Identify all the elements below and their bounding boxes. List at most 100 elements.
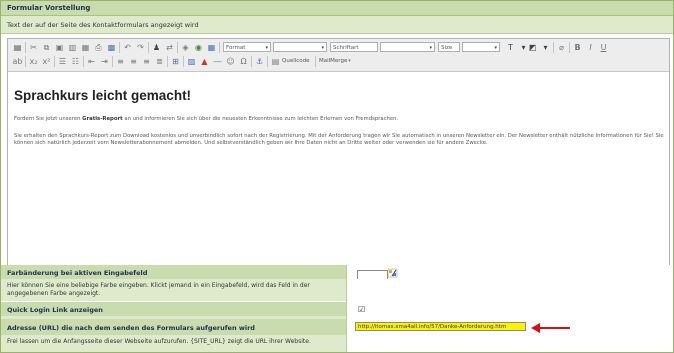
paragraph-bold-text: Gratis-Report <box>82 116 123 122</box>
chevron-down-icon: ▾ <box>429 45 432 51</box>
quick-login-value-cell: ☑ <box>347 302 673 316</box>
chevron-down-icon: ▾ <box>494 45 497 51</box>
content-paragraph-2: Sie erhalten den Sprachkurs-Report zum D… <box>14 133 664 146</box>
ordered-list-icon[interactable]: ☰ <box>57 56 68 67</box>
smiley-icon[interactable]: ☺ <box>225 56 236 67</box>
toolbar-separator <box>219 42 220 53</box>
subscript-icon[interactable]: x₂ <box>28 56 39 67</box>
undo-icon[interactable]: ↶ <box>122 42 133 53</box>
paste-text-icon[interactable]: ▥ <box>67 42 78 53</box>
toolbar-separator <box>167 56 168 67</box>
size-select[interactable]: Size <box>438 42 460 52</box>
text-color-icon[interactable]: T <box>505 42 516 53</box>
horizontal-rule-icon[interactable]: ― <box>212 56 223 67</box>
redirect-url-title: Adresse (URL) die nach dem senden des Fo… <box>7 324 255 332</box>
color-change-desc-cell: Hier können Sie eine beliebige Farbe ein… <box>1 279 346 301</box>
font-select-label: Schriftart <box>333 45 359 51</box>
toolbar-separator <box>83 56 84 67</box>
redirect-url-value-cell: http://itomas.xma4all.info/57/Danke-Anfo… <box>347 319 673 335</box>
redirect-url-description: Frei lassen um die Anfangsseite dieser W… <box>7 338 311 345</box>
find-icon[interactable]: ♟ <box>151 42 162 53</box>
align-left-icon[interactable]: ≡ <box>115 56 126 67</box>
align-center-icon[interactable]: ≡ <box>128 56 139 67</box>
toolbar-separator <box>54 56 55 67</box>
toolbar-separator <box>553 42 554 53</box>
toolbar-separator <box>251 56 252 67</box>
color-change-label-cell: Farbänderung bei aktiven Eingabefeld <box>1 265 346 279</box>
toolbar-separator <box>112 56 113 67</box>
toolbar-separator <box>569 42 570 53</box>
size-value-select[interactable]: ▾ <box>462 42 500 52</box>
content-paragraph-1: Fordern Sie jetzt unseren Gratis-Report … <box>14 116 664 123</box>
color-change-title: Farbänderung bei aktiven Eingabefeld <box>7 269 148 277</box>
quick-login-title: Quick Login Link anzeigen <box>7 306 103 314</box>
indent-icon[interactable]: ⇥ <box>99 56 110 67</box>
chevron-down-icon[interactable]: ▾ <box>344 56 355 67</box>
toolbar-separator <box>267 56 268 67</box>
redirect-url-label-cell: Adresse (URL) die nach dem senden des Fo… <box>1 319 346 335</box>
rich-text-editor[interactable]: ▤ ✂ ⧉ ▣ ▥ ▦ ⎙ ▩ ↶ ↷ ♟ ⇄ ◈ ◉ ▦ Format ▾ ▾… <box>7 38 670 266</box>
quick-login-label-cell: Quick Login Link anzeigen <box>1 302 346 316</box>
table-icon[interactable]: ▦ <box>206 42 217 53</box>
print-icon[interactable]: ⎙ <box>93 42 104 53</box>
outdent-icon[interactable]: ⇤ <box>86 56 97 67</box>
spellcheck-icon[interactable]: ▩ <box>106 42 117 53</box>
cut-icon[interactable]: ✂ <box>28 42 39 53</box>
annotation-arrow <box>539 327 570 329</box>
redirect-url-input[interactable]: http://itomas.xma4all.info/57/Danke-Anfo… <box>355 322 526 331</box>
toolbar-separator <box>148 42 149 53</box>
toolbar-separator <box>177 42 178 53</box>
unordered-list-icon[interactable]: ☷ <box>70 56 81 67</box>
paragraph-text: an und informieren Sie sich über die neu… <box>122 116 399 122</box>
chevron-down-icon[interactable]: ▾ <box>540 42 551 53</box>
format-value-select[interactable]: ▾ <box>273 42 327 52</box>
section-description-bar: Text der auf der Seite des Kontaktformul… <box>1 16 673 34</box>
quick-login-checkbox[interactable]: ☑ <box>358 305 365 314</box>
remove-format-icon[interactable]: ◉ <box>193 42 204 53</box>
format-select-label: Format <box>226 45 246 51</box>
size-select-label: Size <box>441 45 453 51</box>
align-justify-icon[interactable]: ≣ <box>154 56 165 67</box>
source-icon[interactable]: ▤ <box>12 42 23 53</box>
background-color-icon[interactable]: ◩ <box>527 42 538 53</box>
image-icon[interactable]: ▨ <box>186 56 197 67</box>
special-char-icon[interactable]: Ω <box>238 56 249 67</box>
chevron-down-icon: ▾ <box>321 45 324 51</box>
flash-icon[interactable]: ▲ <box>199 56 210 67</box>
source-code-icon[interactable]: ▤ <box>270 56 281 67</box>
underline-icon[interactable]: U <box>598 42 609 53</box>
color-change-value-cell <box>347 265 673 280</box>
editor-content-area[interactable]: Sprachkurs leicht gemacht! Fordern Sie j… <box>8 72 669 265</box>
color-picker-icon[interactable] <box>388 268 398 278</box>
select-all-icon[interactable]: ◈ <box>180 42 191 53</box>
redirect-url-row: Adresse (URL) die nach dem senden des Fo… <box>1 319 673 335</box>
toolbar-separator <box>25 56 26 67</box>
redirect-url-blank-cell <box>347 335 673 352</box>
form-settings-panel: Formular Vorstellung Text der auf der Se… <box>0 0 674 353</box>
paste-word-icon[interactable]: ▦ <box>80 42 91 53</box>
anchor-icon[interactable]: ⚓ <box>254 56 265 67</box>
redo-icon[interactable]: ↷ <box>135 42 146 53</box>
bold-icon[interactable]: B <box>572 42 583 53</box>
font-select[interactable]: Schriftart <box>330 42 378 52</box>
link-icon[interactable]: ⊞ <box>170 56 181 67</box>
unlink-icon[interactable]: ⌀ <box>556 42 567 53</box>
chevron-down-icon: ▾ <box>265 45 268 51</box>
superscript-icon[interactable]: x² <box>41 56 52 67</box>
source-code-button[interactable]: Quellcode <box>282 56 310 67</box>
strikethrough-icon[interactable]: ab <box>12 56 23 67</box>
italic-icon[interactable]: I <box>585 42 596 53</box>
toolbar-separator <box>183 56 184 67</box>
quick-login-row: Quick Login Link anzeigen ☑ <box>1 302 673 316</box>
replace-icon[interactable]: ⇄ <box>164 42 175 53</box>
redirect-url-desc-cell: Frei lassen um die Anfangsseite dieser W… <box>1 335 346 352</box>
copy-icon[interactable]: ⧉ <box>41 42 52 53</box>
format-select[interactable]: Format ▾ <box>223 42 271 52</box>
content-headline: Sprachkurs leicht gemacht! <box>14 88 192 103</box>
align-right-icon[interactable]: ≡ <box>141 56 152 67</box>
redirect-url-desc-row: Frei lassen um die Anfangsseite dieser W… <box>1 335 673 352</box>
paste-icon[interactable]: ▣ <box>54 42 65 53</box>
font-value-select[interactable]: ▾ <box>380 42 435 52</box>
color-change-blank-cell <box>347 279 673 301</box>
toolbar-separator <box>315 56 316 67</box>
